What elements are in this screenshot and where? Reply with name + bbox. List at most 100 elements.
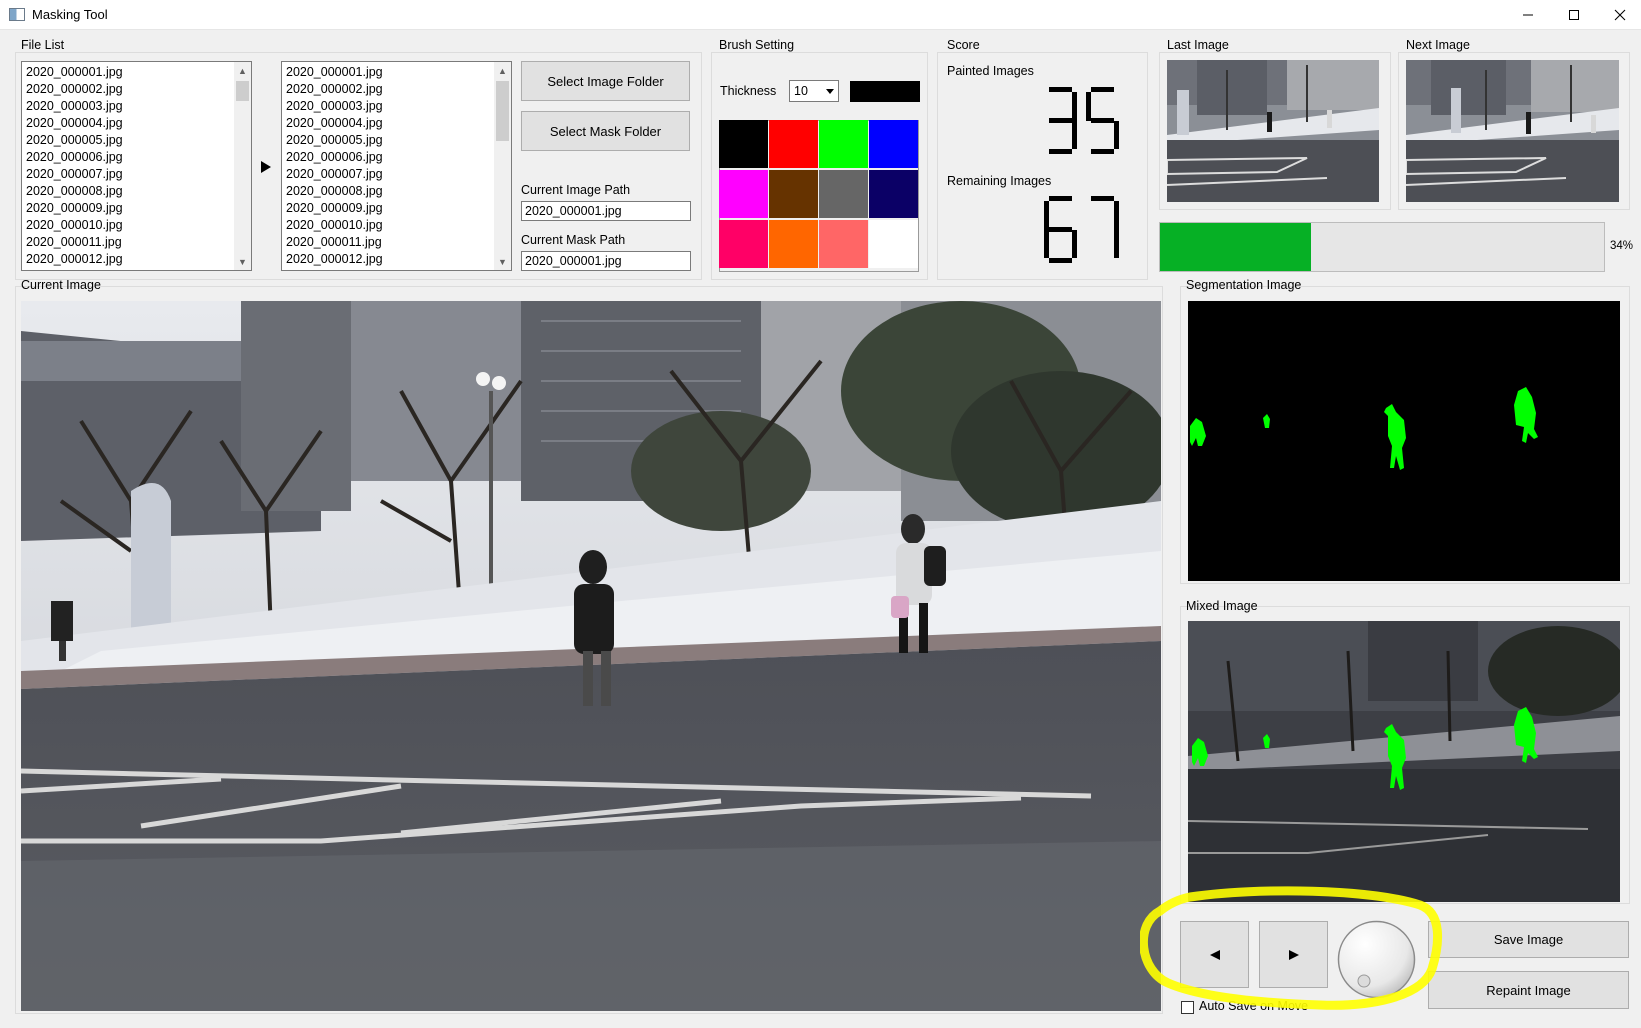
- current-image-path-label: Current Image Path: [521, 183, 631, 197]
- list-item[interactable]: 2020_000010.jpg: [26, 217, 233, 234]
- current-image-canvas[interactable]: [21, 301, 1161, 1011]
- scroll-down-icon[interactable]: ▼: [494, 253, 511, 270]
- mixed-image-view: [1188, 621, 1620, 902]
- minimize-icon: [1523, 14, 1533, 16]
- repaint-image-button[interactable]: Repaint Image: [1428, 971, 1629, 1009]
- color-swatch[interactable]: [769, 120, 818, 168]
- auto-save-label: Auto Save on Move: [1199, 999, 1309, 1013]
- triangle-left-icon: [1209, 949, 1220, 960]
- score-label: Score: [947, 38, 980, 52]
- list-item[interactable]: 2020_000002.jpg: [26, 81, 233, 98]
- scroll-up-icon[interactable]: ▲: [494, 62, 511, 79]
- list-item[interactable]: 2020_000010.jpg: [286, 217, 493, 234]
- current-mask-path-label: Current Mask Path: [521, 233, 626, 247]
- next-image-button[interactable]: [1259, 921, 1328, 988]
- navigation-dial[interactable]: [1336, 919, 1417, 1000]
- segmentation-image-view: [1188, 301, 1620, 581]
- list-item[interactable]: 2020_000001.jpg: [286, 64, 493, 81]
- progress-fill: [1160, 223, 1311, 271]
- scroll-thumb[interactable]: [236, 81, 249, 101]
- last-image-label: Last Image: [1167, 38, 1229, 52]
- list-item[interactable]: 2020_000012.jpg: [286, 251, 493, 268]
- maximize-icon: [1569, 10, 1579, 20]
- list-item[interactable]: 2020_000006.jpg: [286, 149, 493, 166]
- painted-images-lcd: [1044, 87, 1119, 154]
- list-item[interactable]: 2020_000003.jpg: [286, 98, 493, 115]
- mixed-image-label: Mixed Image: [1186, 599, 1258, 613]
- image-file-listbox[interactable]: 2020_000001.jpg 2020_000002.jpg 2020_00000…: [21, 61, 252, 271]
- progress-text: 34%: [1610, 240, 1634, 252]
- color-swatch[interactable]: [869, 220, 918, 268]
- thickness-select[interactable]: 10: [789, 80, 839, 102]
- color-swatch[interactable]: [719, 220, 768, 268]
- list-item[interactable]: 2020_000007.jpg: [26, 166, 233, 183]
- app-icon: [9, 8, 25, 21]
- color-swatch[interactable]: [719, 170, 768, 218]
- next-image-label: Next Image: [1406, 38, 1470, 52]
- mask-file-items: 2020_000001.jpg 2020_000002.jpg 2020_00000…: [286, 64, 493, 268]
- scroll-down-icon[interactable]: ▼: [234, 253, 251, 270]
- image-file-items: 2020_000001.jpg 2020_000002.jpg 2020_00000…: [26, 64, 233, 268]
- brush-setting-label: Brush Setting: [719, 38, 795, 52]
- progress-bar: [1159, 222, 1605, 272]
- image-list-scrollbar[interactable]: ▲ ▼: [234, 62, 251, 270]
- list-item[interactable]: 2020_000004.jpg: [286, 115, 493, 132]
- thickness-value: 10: [794, 84, 808, 98]
- title-bar: [0, 0, 1641, 30]
- list-item[interactable]: 2020_000008.jpg: [26, 183, 233, 200]
- list-item[interactable]: 2020_000005.jpg: [26, 132, 233, 149]
- list-item[interactable]: 2020_000004.jpg: [26, 115, 233, 132]
- select-image-folder-button[interactable]: Select Image Folder: [521, 61, 690, 101]
- painted-images-label: Painted Images: [947, 64, 1034, 78]
- color-swatch[interactable]: [769, 170, 818, 218]
- color-swatch[interactable]: [869, 170, 918, 218]
- list-item[interactable]: 2020_000007.jpg: [286, 166, 493, 183]
- select-mask-folder-button[interactable]: Select Mask Folder: [521, 111, 690, 151]
- maximize-button[interactable]: [1551, 0, 1597, 30]
- list-item[interactable]: 2020_000005.jpg: [286, 132, 493, 149]
- current-image-path-field[interactable]: 2020_000001.jpg: [521, 201, 691, 221]
- color-swatch[interactable]: [869, 120, 918, 168]
- list-item[interactable]: 2020_000001.jpg: [26, 64, 233, 81]
- scroll-thumb[interactable]: [496, 81, 509, 141]
- remaining-images-label: Remaining Images: [947, 174, 1052, 188]
- list-item[interactable]: 2020_000011.jpg: [286, 234, 493, 251]
- scroll-up-icon[interactable]: ▲: [234, 62, 251, 79]
- color-swatch[interactable]: [719, 120, 768, 168]
- close-icon: [1614, 9, 1626, 21]
- list-item[interactable]: 2020_000011.jpg: [26, 234, 233, 251]
- window-title: Masking Tool: [32, 7, 108, 22]
- thickness-label: Thickness: [720, 84, 777, 98]
- mask-file-listbox[interactable]: 2020_000001.jpg 2020_000002.jpg 2020_00000…: [281, 61, 512, 271]
- color-palette: [719, 120, 919, 272]
- mask-list-scrollbar[interactable]: ▲ ▼: [494, 62, 511, 270]
- close-button[interactable]: [1597, 0, 1641, 30]
- list-item[interactable]: 2020_000009.jpg: [26, 200, 233, 217]
- list-item[interactable]: 2020_000009.jpg: [286, 200, 493, 217]
- previous-image-button[interactable]: [1180, 921, 1249, 988]
- play-arrow-icon: [260, 160, 272, 174]
- color-swatch[interactable]: [819, 220, 868, 268]
- list-item[interactable]: 2020_000008.jpg: [286, 183, 493, 200]
- color-swatch[interactable]: [819, 170, 868, 218]
- current-mask-path-field[interactable]: 2020_000001.jpg: [521, 251, 691, 271]
- minimize-button[interactable]: [1505, 0, 1551, 30]
- triangle-right-icon: [1288, 949, 1299, 960]
- list-item[interactable]: 2020_000003.jpg: [26, 98, 233, 115]
- segmentation-image-label: Segmentation Image: [1186, 278, 1302, 292]
- list-item[interactable]: 2020_000006.jpg: [26, 149, 233, 166]
- list-item[interactable]: 2020_000002.jpg: [286, 81, 493, 98]
- last-image-view: [1167, 60, 1379, 202]
- color-swatch[interactable]: [769, 220, 818, 268]
- remaining-images-lcd: [1044, 196, 1119, 263]
- file-list-label: File List: [21, 38, 65, 52]
- chevron-down-icon: [826, 89, 834, 94]
- current-image-label: Current Image: [21, 278, 101, 292]
- auto-save-checkbox[interactable]: [1181, 1001, 1194, 1014]
- next-image-view: [1406, 60, 1619, 202]
- list-item[interactable]: 2020_000012.jpg: [26, 251, 233, 268]
- current-color-swatch[interactable]: [850, 81, 920, 102]
- save-image-button[interactable]: Save Image: [1428, 921, 1629, 958]
- color-swatch[interactable]: [819, 120, 868, 168]
- dial-knob-icon: [1337, 920, 1416, 999]
